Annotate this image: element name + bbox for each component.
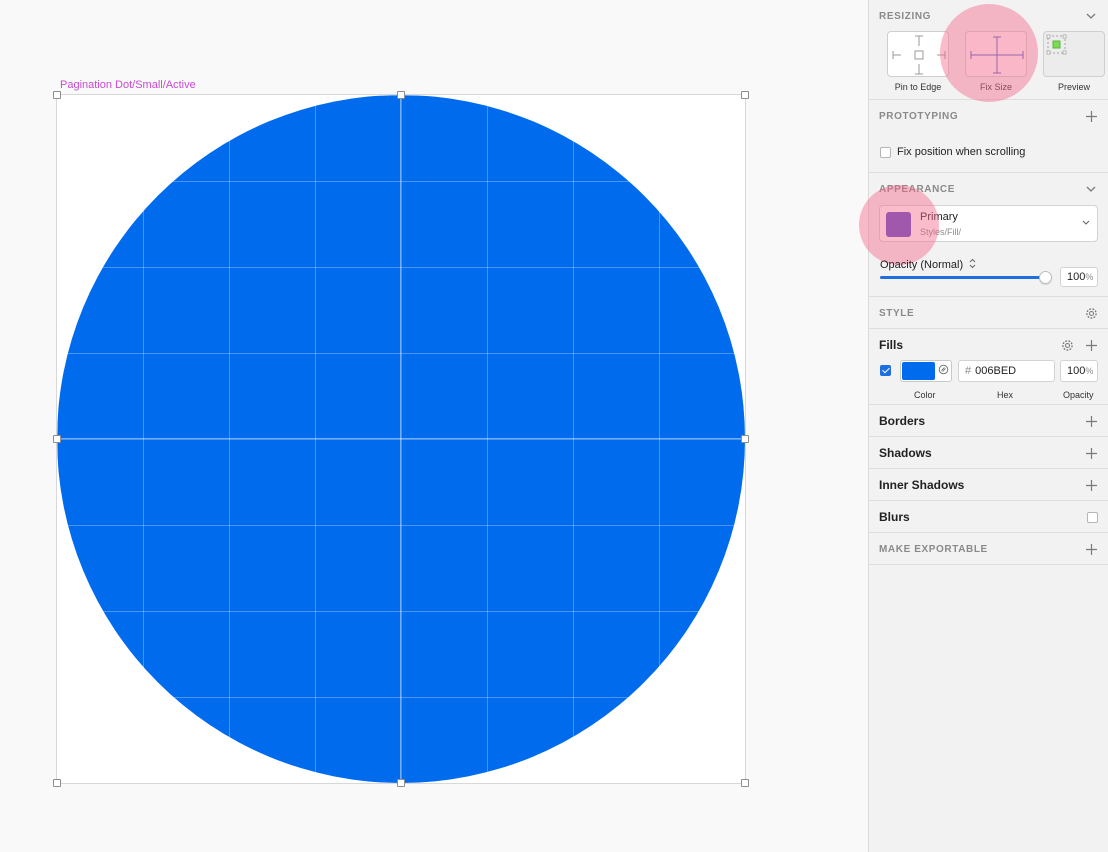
style-title: STYLE <box>879 307 915 319</box>
fill-color-well[interactable] <box>900 360 952 382</box>
chevron-down-icon <box>1082 217 1090 228</box>
fix-position-checkbox[interactable] <box>880 146 891 158</box>
canvas[interactable]: Pagination Dot/Small/Active <box>0 0 868 852</box>
preview-icon <box>1043 31 1105 77</box>
fill-opacity-value: 100 <box>1067 365 1086 377</box>
preview-option[interactable]: Preview <box>1035 31 1108 92</box>
resize-handle-left[interactable] <box>53 435 61 443</box>
resize-handle-right[interactable] <box>741 435 749 443</box>
add-icon[interactable] <box>1084 338 1098 352</box>
add-icon[interactable] <box>1084 414 1098 428</box>
opacity-label: Opacity (Normal) <box>880 259 964 271</box>
pin-to-edge-icon <box>887 31 949 77</box>
fills-title: Fills <box>879 338 904 352</box>
add-icon[interactable] <box>1084 446 1098 460</box>
resize-handle-bottom-left[interactable] <box>53 779 61 787</box>
style-section: STYLE <box>869 297 1108 329</box>
shadows-title: Shadows <box>879 446 932 460</box>
pagination-dot-shape[interactable] <box>57 95 745 783</box>
hex-field[interactable]: #006BED <box>958 360 1055 382</box>
fix-size-label: Fix Size <box>979 82 1012 92</box>
opacity-mode-selector[interactable]: Opacity (Normal) <box>880 258 976 272</box>
artboard-label[interactable]: Pagination Dot/Small/Active <box>60 79 196 91</box>
link-style-icon[interactable] <box>938 364 949 378</box>
blurs-section: Blurs <box>869 501 1108 533</box>
opacity-caption: Opacity <box>1063 390 1094 400</box>
resize-handle-bottom-right[interactable] <box>741 779 749 787</box>
add-icon[interactable] <box>1084 478 1098 492</box>
resizing-title: RESIZING <box>879 10 932 22</box>
appearance-section: APPEARANCE Primary Styles/Fill/ Opacity … <box>859 173 1108 297</box>
hex-caption: Hex <box>997 390 1014 400</box>
grid-center-vertical <box>400 95 401 783</box>
chevron-down-icon[interactable] <box>1084 182 1098 196</box>
hex-value: 006BED <box>975 365 1017 377</box>
opacity-slider[interactable] <box>880 271 1052 284</box>
blurs-title: Blurs <box>879 510 910 524</box>
gear-icon[interactable] <box>1084 306 1098 320</box>
resize-handle-bottom[interactable] <box>397 779 405 787</box>
borders-section: Borders <box>869 405 1108 437</box>
style-path: Styles/Fill/ <box>920 227 962 237</box>
opacity-unit: % <box>1085 272 1094 282</box>
resize-handle-top-left[interactable] <box>53 91 61 99</box>
fill-opacity-field[interactable]: 100% <box>1060 360 1098 382</box>
fix-position-label: Fix position when scrolling <box>897 146 1026 158</box>
pin-to-edge-option[interactable]: Pin to Edge <box>879 31 957 92</box>
pin-to-edge-label: Pin to Edge <box>894 82 942 92</box>
chevron-down-icon[interactable] <box>1084 9 1098 23</box>
stepper-icon <box>969 258 976 272</box>
preview-label: Preview <box>1057 82 1090 92</box>
resize-handle-top-right[interactable] <box>741 91 749 99</box>
fill-color-swatch <box>902 362 935 380</box>
resize-handle-top[interactable] <box>397 91 405 99</box>
blur-enabled-checkbox[interactable] <box>1087 511 1098 523</box>
fix-size-option[interactable]: Fix Size <box>957 31 1035 92</box>
fill-opacity-unit: % <box>1085 366 1094 376</box>
opacity-field[interactable]: 100% <box>1060 267 1098 287</box>
prototyping-section: PROTOTYPING Fix position when scrolling <box>869 100 1108 173</box>
make-exportable-title: MAKE EXPORTABLE <box>879 543 988 555</box>
prototyping-title: PROTOTYPING <box>879 110 959 122</box>
resizing-section: RESIZING Pin to Edge Fix Size Preview <box>869 0 1108 102</box>
inner-shadows-title: Inner Shadows <box>879 478 965 492</box>
opacity-slider-knob[interactable] <box>1039 271 1052 284</box>
gear-icon[interactable] <box>1060 338 1074 352</box>
opacity-slider-fill <box>880 276 1052 279</box>
make-exportable-section: MAKE EXPORTABLE <box>869 533 1108 565</box>
hex-prefix: # <box>965 365 972 377</box>
grid-center-horizontal <box>57 438 745 439</box>
shared-style-picker[interactable]: Primary Styles/Fill/ <box>879 205 1098 242</box>
appearance-title: APPEARANCE <box>879 183 956 195</box>
fix-size-icon <box>965 31 1027 77</box>
add-icon[interactable] <box>1084 542 1098 556</box>
inspector-panel: RESIZING Pin to Edge Fix Size Preview PR… <box>859 0 1108 852</box>
opacity-value: 100 <box>1067 271 1086 283</box>
borders-title: Borders <box>879 414 926 428</box>
color-caption: Color <box>914 390 936 400</box>
add-icon[interactable] <box>1084 109 1098 123</box>
style-swatch <box>886 212 911 237</box>
style-name: Primary <box>920 211 958 223</box>
fill-enabled-checkbox[interactable] <box>880 365 891 376</box>
inner-shadows-section: Inner Shadows <box>869 469 1108 501</box>
artboard[interactable] <box>57 95 745 783</box>
fills-section: Fills #006BED 100% Color Hex Opacity <box>869 329 1108 405</box>
shadows-section: Shadows <box>869 437 1108 469</box>
